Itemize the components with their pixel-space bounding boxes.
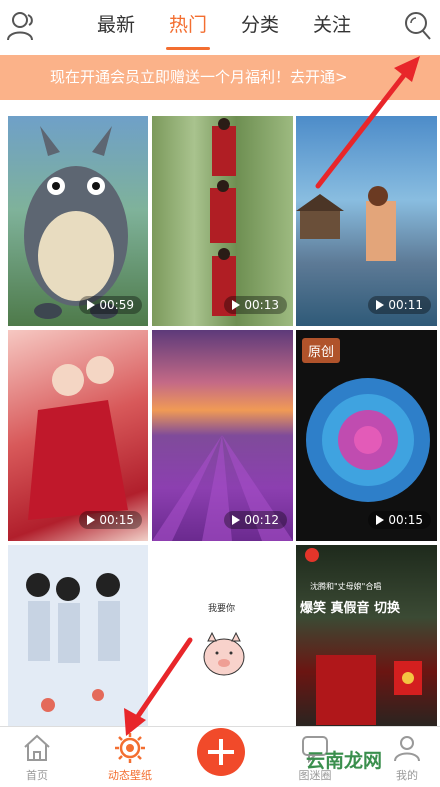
beach-thumbnail	[296, 186, 396, 261]
red-couple-thumbnail	[28, 356, 128, 520]
top-bar: 最新 热门 分类 关注	[0, 0, 440, 52]
profile-icon	[394, 736, 420, 762]
play-icon	[232, 515, 241, 525]
tab-popular[interactable]: 热门	[152, 0, 224, 52]
play-icon	[87, 300, 96, 310]
play-icon	[376, 300, 385, 310]
nav-live-wallpaper[interactable]: 动态壁纸	[86, 727, 174, 787]
duration-badge: 00:15	[79, 511, 142, 529]
nav-live-wallpaper-label: 动态壁纸	[108, 769, 152, 782]
duration-text: 00:12	[244, 513, 279, 527]
sketch-couple-thumbnail	[26, 573, 120, 712]
lavender-thumbnail	[152, 435, 293, 541]
totoro-thumbnail	[24, 126, 128, 319]
tab-following[interactable]: 关注	[296, 0, 368, 52]
red-dress-thumbnail	[210, 118, 236, 316]
original-badge: 原创	[302, 338, 341, 363]
vip-banner[interactable]: 现在开通会员立即赠送一个月福利！去开通>	[0, 55, 440, 100]
duration-badge: 00:15	[368, 511, 431, 529]
duration-text: 00:15	[388, 513, 423, 527]
weibo-thumbnail	[305, 548, 422, 725]
tab-bar: 最新 热门 分类 关注	[80, 0, 368, 52]
duration-badge: 00:59	[79, 296, 142, 314]
duration-badge: 00:13	[224, 296, 287, 314]
pig-caption: 我要你	[208, 604, 236, 614]
nav-home-label: 首页	[26, 769, 48, 782]
duration-text: 00:11	[388, 298, 423, 312]
duration-text: 00:59	[99, 298, 134, 312]
home-icon	[24, 734, 50, 761]
grid-item-pig[interactable]: 我要你	[152, 545, 293, 726]
weibo-caption-top: 沈腾和"丈母娘"合唱	[310, 582, 382, 591]
duration-badge: 00:12	[224, 511, 287, 529]
play-icon	[87, 515, 96, 525]
grid-item-weibo-video[interactable]: 沈腾和"丈母娘"合唱 爆笑 真假音 切换	[296, 545, 437, 726]
grid-item-sketch-couple[interactable]	[8, 545, 148, 726]
play-icon	[232, 300, 241, 310]
grid-item-red-couple[interactable]: 00:15	[8, 330, 148, 541]
user-icon[interactable]	[4, 8, 40, 44]
duration-badge: 00:11	[368, 296, 431, 314]
tab-latest[interactable]: 最新	[80, 0, 152, 52]
watermark-text: 云南龙网	[306, 750, 383, 772]
grid-item-totoro[interactable]: 00:59	[8, 116, 148, 326]
sun-gear-icon	[115, 733, 145, 763]
search-icon[interactable]	[402, 8, 434, 44]
pig-thumbnail	[203, 631, 245, 676]
duration-text: 00:15	[99, 513, 134, 527]
grid-item-lavender[interactable]: 00:12	[152, 330, 293, 541]
grid-item-beach[interactable]: 00:11	[296, 116, 437, 326]
grid-item-dahlia[interactable]: 原创 00:15	[296, 330, 437, 541]
add-button[interactable]	[197, 728, 245, 776]
nav-home[interactable]: 首页	[0, 727, 88, 787]
plus-icon	[208, 739, 234, 765]
tab-category[interactable]: 分类	[224, 0, 296, 52]
grid-item-red-dress[interactable]: 00:13	[152, 116, 293, 326]
duration-text: 00:13	[244, 298, 279, 312]
play-icon	[376, 515, 385, 525]
weibo-caption-main: 爆笑 真假音 切换	[300, 601, 401, 616]
